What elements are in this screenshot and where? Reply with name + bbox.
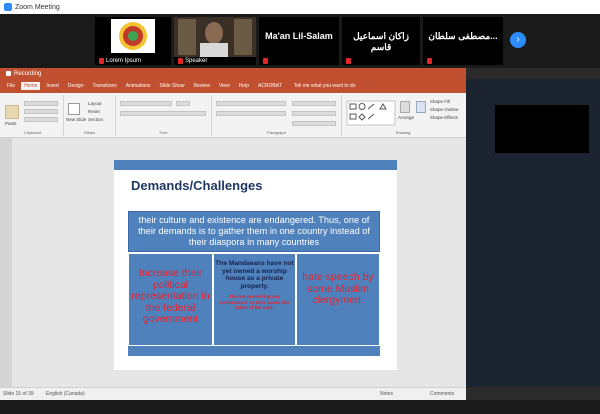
- next-page-button[interactable]: ›: [510, 32, 526, 48]
- slide-heading: Demands/Challenges: [131, 178, 263, 193]
- copy-button[interactable]: [24, 109, 58, 114]
- align-text-button[interactable]: [292, 111, 336, 116]
- status-bar: Slide 15 of 39 English (Canada) Notes Co…: [0, 387, 466, 400]
- group-label: Font: [159, 130, 168, 135]
- demand-cell-note: The law preventing any construction on t…: [219, 294, 290, 310]
- group-drawing: Arrange Shape Fill Shape Outline Shape E…: [342, 95, 464, 136]
- new-slide-button[interactable]: New Slide: [66, 117, 86, 122]
- tab-insert[interactable]: Insert: [43, 82, 62, 90]
- format-painter-button[interactable]: [24, 117, 58, 122]
- muted-mic-icon: [99, 58, 104, 64]
- logo-image: [111, 19, 155, 53]
- participant-display-name: زاكان اسماعيل قاسم: [353, 31, 409, 52]
- participant-name: [427, 58, 432, 64]
- shapes-gallery-icon[interactable]: [346, 100, 396, 126]
- font-format-buttons[interactable]: [120, 111, 206, 116]
- muted-mic-icon: [346, 58, 351, 64]
- tab-acrobat[interactable]: ACROBAT: [255, 82, 285, 90]
- zoom-logo-icon: [4, 3, 12, 11]
- tab-slide-show[interactable]: Slide Show: [157, 82, 188, 90]
- align-buttons[interactable]: [216, 111, 286, 116]
- ppt-title-bar: Recording: [0, 68, 466, 79]
- group-font: Font: [116, 95, 212, 136]
- group-label: Drawing: [395, 130, 411, 135]
- slide[interactable]: Demands/Challenges their culture and exi…: [114, 160, 397, 370]
- demand-cell: hate speech by some Muslim clergymen.: [296, 253, 380, 346]
- chevron-right-icon: ›: [516, 34, 520, 45]
- arrange-button[interactable]: Arrange: [398, 115, 414, 120]
- muted-mic-icon: [178, 58, 183, 64]
- reset-button[interactable]: Reset: [88, 109, 100, 114]
- list-buttons[interactable]: [216, 101, 286, 106]
- ribbon-tabs: File Home Insert Design Transitions Anim…: [0, 79, 466, 93]
- smartart-button[interactable]: [292, 121, 336, 126]
- new-slide-icon[interactable]: [68, 103, 80, 115]
- section-button[interactable]: Section: [88, 117, 103, 122]
- slide-intro-box: their culture and existence are endanger…: [128, 211, 380, 252]
- participant-tile[interactable]: Speaker: [174, 17, 256, 65]
- tab-home[interactable]: Home: [21, 82, 41, 90]
- recording-icon: [6, 71, 11, 76]
- tab-view[interactable]: View: [216, 82, 233, 90]
- group-label: Clipboard: [23, 130, 42, 135]
- tab-animations[interactable]: Animations: [123, 82, 154, 90]
- video-feed: [174, 17, 256, 57]
- shape-effects-button[interactable]: Shape Effects: [430, 115, 458, 120]
- text-direction-button[interactable]: [292, 101, 336, 106]
- group-slides: New Slide Layout Reset Section Slides: [64, 95, 116, 136]
- participant-name: Lorem Ipsum: [99, 58, 141, 64]
- language-indicator[interactable]: English (Canada): [46, 391, 85, 397]
- paste-icon[interactable]: [5, 105, 19, 119]
- tab-file[interactable]: File: [4, 82, 18, 90]
- cut-button[interactable]: [24, 101, 58, 106]
- tell-me-search[interactable]: Tell me what you want to do: [294, 83, 356, 89]
- slide-footer-bar: [128, 346, 380, 356]
- participant-display-name: Ma'an Lil-Salam: [265, 31, 333, 41]
- ribbon: Paste Clipboard New Slide Layout Reset S…: [0, 93, 466, 138]
- tab-help[interactable]: Help: [236, 82, 252, 90]
- participant-name: [346, 58, 351, 64]
- paste-button[interactable]: Paste: [5, 121, 17, 126]
- participant-name: [263, 58, 268, 64]
- demand-cell: Increase their political representation …: [128, 253, 213, 346]
- participant-name: Speaker: [178, 58, 207, 64]
- shape-outline-button[interactable]: Shape Outline: [430, 107, 459, 112]
- tab-transitions[interactable]: Transitions: [90, 82, 120, 90]
- group-label: Slides: [84, 130, 95, 135]
- video-overlay: [495, 105, 589, 153]
- font-size-select[interactable]: [176, 101, 190, 106]
- participant-display-name: مصطفى سلطان...: [428, 31, 498, 41]
- group-paragraph: Paragraph: [212, 95, 342, 136]
- participant-strip: Lorem Ipsum Speaker Ma'an Lil-Salam زاكا…: [0, 14, 600, 68]
- shape-fill-button[interactable]: Shape Fill: [430, 99, 450, 104]
- muted-mic-icon: [427, 58, 432, 64]
- arrange-icon[interactable]: [400, 101, 410, 113]
- demand-cell: The Mandaeans have not yet owned a worsh…: [213, 253, 296, 346]
- layout-button[interactable]: Layout: [88, 101, 102, 106]
- demand-cell-text: The Mandaeans have not yet owned a worsh…: [215, 260, 294, 290]
- zoom-window-title: Zoom Meeting: [15, 3, 60, 11]
- group-label: Paragraph: [267, 130, 286, 135]
- font-family-select[interactable]: [120, 101, 172, 106]
- shared-screen: Recording File Home Insert Design Transi…: [0, 68, 600, 400]
- slide-title-bar: [114, 160, 397, 170]
- ppt-window-title: Recording: [14, 70, 42, 77]
- zoom-title-bar: Zoom Meeting: [0, 0, 600, 14]
- quick-styles-icon[interactable]: [416, 101, 426, 113]
- tab-design[interactable]: Design: [65, 82, 87, 90]
- notes-button[interactable]: Notes: [380, 391, 393, 397]
- tab-review[interactable]: Review: [191, 82, 213, 90]
- participant-tile[interactable]: مصطفى سلطان...: [423, 17, 503, 65]
- participant-tile[interactable]: زاكان اسماعيل قاسم: [342, 17, 420, 65]
- comments-button[interactable]: Comments: [430, 391, 454, 397]
- thumbnail-pane-collapsed[interactable]: [0, 138, 12, 387]
- slide-editing-pane: Demands/Challenges their culture and exi…: [0, 138, 466, 387]
- zoom-bottom-bar: [0, 400, 600, 414]
- participant-tile[interactable]: Ma'an Lil-Salam: [259, 17, 339, 65]
- group-clipboard: Paste Clipboard: [2, 95, 64, 136]
- slide-counter: Slide 15 of 39: [3, 391, 34, 397]
- muted-mic-icon: [263, 58, 268, 64]
- participant-tile[interactable]: Lorem Ipsum: [95, 17, 171, 65]
